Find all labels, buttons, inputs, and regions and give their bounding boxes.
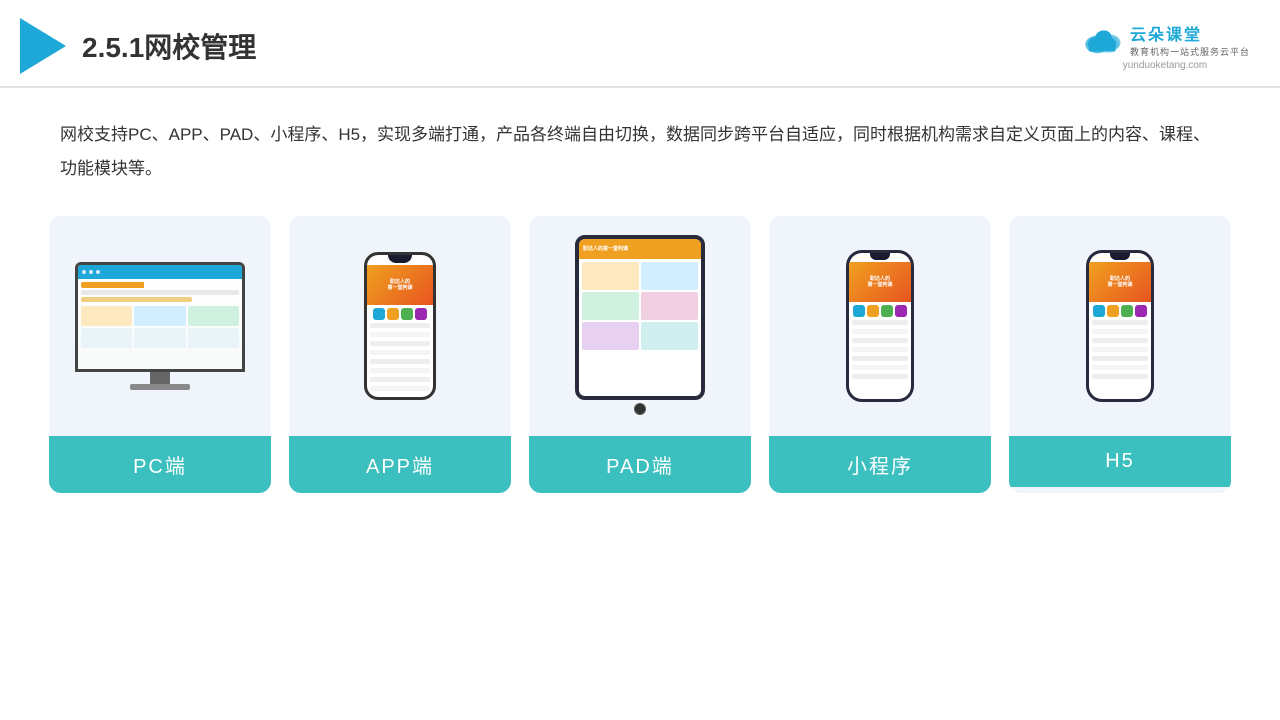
mini-list6 bbox=[852, 365, 908, 370]
mini-list4 bbox=[852, 347, 908, 352]
brand-text: 云朵课堂 教育机构一站式服务云平台 bbox=[1130, 21, 1250, 58]
card-h5-label: H5 bbox=[1009, 436, 1231, 487]
card-pc-image bbox=[49, 216, 271, 436]
app-icon3 bbox=[401, 308, 413, 320]
h5-content bbox=[1089, 302, 1151, 383]
app-list4 bbox=[370, 350, 430, 355]
mini-list5 bbox=[852, 356, 908, 361]
brand-url: yunduoketang.com bbox=[1123, 60, 1208, 71]
tablet-card3 bbox=[582, 292, 639, 320]
mini-icon4 bbox=[895, 305, 907, 317]
app-phone-body: 职达人的第一堂判课 bbox=[364, 252, 436, 400]
h5-list1 bbox=[1092, 320, 1148, 325]
mini-notch bbox=[870, 253, 890, 260]
card-pad: 职达人的第一堂判课 bbox=[529, 216, 751, 493]
app-list1 bbox=[370, 323, 430, 328]
card-app: 职达人的第一堂判课 bbox=[289, 216, 511, 493]
description-text: 网校支持PC、APP、PAD、小程序、H5，实现多端打通，产品各终端自由切换，数… bbox=[60, 118, 1220, 186]
tablet-screen: 职达人的第一堂判课 bbox=[579, 239, 701, 396]
tablet-home-button bbox=[634, 403, 646, 415]
card-app-label: APP端 bbox=[289, 436, 511, 493]
mini-content bbox=[849, 302, 911, 383]
app-phone-mockup: 职达人的第一堂判课 bbox=[364, 252, 436, 400]
mini-phone-screen: 职达人的第一堂判课 bbox=[849, 253, 911, 399]
page-title: 2.5.1网校管理 bbox=[82, 26, 256, 66]
tablet-card2 bbox=[641, 262, 698, 290]
cards-container: PC端 职达人的第一堂判课 bbox=[60, 216, 1220, 493]
app-list5 bbox=[370, 359, 430, 364]
pc-monitor bbox=[75, 262, 245, 372]
app-icon1 bbox=[373, 308, 385, 320]
h5-banner: 职达人的第一堂判课 bbox=[1089, 262, 1151, 302]
tablet-mockup: 职达人的第一堂判课 bbox=[575, 235, 705, 418]
tablet-card5 bbox=[582, 322, 639, 350]
h5-list7 bbox=[1092, 374, 1148, 379]
mini-list2 bbox=[852, 329, 908, 334]
tablet-content bbox=[579, 259, 701, 353]
mini-icon3 bbox=[881, 305, 893, 317]
miniprogram-phone-mockup: 职达人的第一堂判课 bbox=[846, 250, 914, 402]
h5-list3 bbox=[1092, 338, 1148, 343]
cloud-icon bbox=[1080, 25, 1124, 55]
app-banner: 职达人的第一堂判课 bbox=[367, 265, 433, 305]
card-pad-label: PAD端 bbox=[529, 436, 751, 493]
app-icon2 bbox=[387, 308, 399, 320]
card-miniprogram: 职达人的第一堂判课 bbox=[769, 216, 991, 493]
card-miniprogram-image: 职达人的第一堂判课 bbox=[769, 216, 991, 436]
mini-icon1 bbox=[853, 305, 865, 317]
app-list2 bbox=[370, 332, 430, 337]
brand-tagline: 教育机构一站式服务云平台 bbox=[1130, 45, 1250, 58]
tablet-header-text: 职达人的第一堂判课 bbox=[583, 245, 628, 252]
app-list3 bbox=[370, 341, 430, 346]
h5-icon1 bbox=[1093, 305, 1105, 317]
mini-phone-body: 职达人的第一堂判课 bbox=[846, 250, 914, 402]
app-content bbox=[367, 305, 433, 395]
card-pad-image: 职达人的第一堂判课 bbox=[529, 216, 751, 436]
brand-area: 云朵课堂 教育机构一站式服务云平台 yunduoketang.com bbox=[1080, 21, 1250, 71]
tablet-card1 bbox=[582, 262, 639, 290]
h5-icon3 bbox=[1121, 305, 1133, 317]
tablet-body: 职达人的第一堂判课 bbox=[575, 235, 705, 400]
h5-phone-mockup: 职达人的第一堂判课 bbox=[1086, 250, 1154, 402]
card-miniprogram-label: 小程序 bbox=[769, 436, 991, 493]
mini-list7 bbox=[852, 374, 908, 379]
brand-name: 云朵课堂 bbox=[1130, 21, 1202, 45]
app-phone-screen: 职达人的第一堂判课 bbox=[367, 255, 433, 397]
h5-list2 bbox=[1092, 329, 1148, 334]
brand-logo: 云朵课堂 教育机构一站式服务云平台 bbox=[1080, 21, 1250, 58]
mini-icon2 bbox=[867, 305, 879, 317]
card-pc-label: PC端 bbox=[49, 436, 271, 493]
app-list6 bbox=[370, 368, 430, 373]
h5-list5 bbox=[1092, 356, 1148, 361]
h5-icon2 bbox=[1107, 305, 1119, 317]
h5-phone-screen: 职达人的第一堂判课 bbox=[1089, 253, 1151, 399]
mini-list3 bbox=[852, 338, 908, 343]
app-list7 bbox=[370, 377, 430, 382]
tablet-card4 bbox=[641, 292, 698, 320]
card-h5-image: 职达人的第一堂判课 bbox=[1009, 216, 1231, 436]
h5-list6 bbox=[1092, 365, 1148, 370]
card-pc: PC端 bbox=[49, 216, 271, 493]
logo-icon bbox=[20, 18, 66, 74]
main-content: 网校支持PC、APP、PAD、小程序、H5，实现多端打通，产品各终端自由切换，数… bbox=[0, 88, 1280, 513]
pc-mockup bbox=[75, 262, 245, 390]
tablet-header: 职达人的第一堂判课 bbox=[579, 239, 701, 259]
app-icon4 bbox=[415, 308, 427, 320]
card-app-image: 职达人的第一堂判课 bbox=[289, 216, 511, 436]
card-h5: 职达人的第一堂判课 bbox=[1009, 216, 1231, 493]
mini-list1 bbox=[852, 320, 908, 325]
mini-banner: 职达人的第一堂判课 bbox=[849, 262, 911, 302]
h5-phone-body: 职达人的第一堂判课 bbox=[1086, 250, 1154, 402]
h5-icon4 bbox=[1135, 305, 1147, 317]
header-left: 2.5.1网校管理 bbox=[20, 18, 256, 74]
tablet-card6 bbox=[641, 322, 698, 350]
app-list8 bbox=[370, 386, 430, 391]
h5-notch bbox=[1110, 253, 1130, 260]
header: 2.5.1网校管理 云朵课堂 教育机构一站式服务云平台 yunduoketang… bbox=[0, 0, 1280, 88]
h5-list4 bbox=[1092, 347, 1148, 352]
pc-screen bbox=[78, 265, 242, 369]
